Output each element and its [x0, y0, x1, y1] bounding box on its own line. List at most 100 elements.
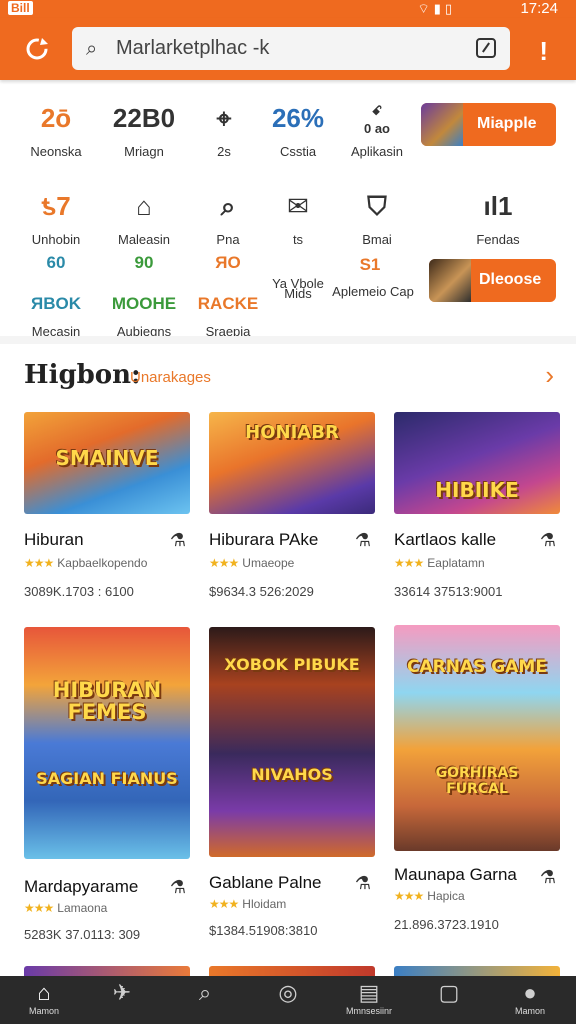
section-subtitle[interactable]: Unarakages [130, 369, 211, 386]
nav-label: Mamon [28, 1006, 59, 1016]
nav-search[interactable]: ⌕ [173, 976, 237, 1024]
refresh-icon[interactable] [22, 34, 52, 64]
game-developer: Eaplatamn [427, 556, 485, 570]
nav-explore[interactable]: ◎ [256, 976, 320, 1024]
game-card[interactable]: HIBIIKE Kartlaos kalle ⚗ ★★★ Eaplatamn 33… [394, 412, 560, 599]
nav-travel[interactable]: ✈ [90, 976, 154, 1024]
share-icon[interactable]: ⚗ [355, 873, 371, 894]
category-item[interactable]: ⌖ 2s [184, 98, 264, 159]
category-item[interactable]: S1 Aplemeio Cap [330, 254, 414, 302]
category-label: Fendas [476, 232, 520, 247]
search-input[interactable] [116, 33, 446, 63]
promo-button[interactable]: Miapple [421, 103, 556, 146]
section-title: Higbon: [24, 360, 141, 390]
game-card[interactable]: HONIABR Hiburara PAke ⚗ ★★★ Umaeope $9634… [209, 412, 375, 599]
game-meta: $9634.3 526:2029 [209, 584, 314, 599]
category-item[interactable]: Ya Vbole Mids [258, 254, 338, 301]
search-icon: ⌕ [86, 38, 98, 60]
category-label: Neonska [30, 144, 82, 159]
promo-label: Miapple [477, 115, 537, 132]
signal-icon: ▮ [433, 1, 445, 16]
category-label: Unhobin [31, 232, 81, 247]
section-divider [0, 336, 576, 344]
game-thumbnail[interactable]: HIBURAN FEMES SAGIAN FIANUS [24, 627, 190, 859]
game-banner-secondary: SAGIAN FIANUS [36, 769, 178, 788]
store-icon: ⌂ [136, 191, 152, 221]
game-thumbnail[interactable]: XOBOK PIBUKE NIVAHOS [209, 627, 375, 857]
category-item[interactable]: 90 MOOHE Aubiegns [104, 254, 184, 340]
category-item[interactable]: ✉ ts [258, 186, 338, 247]
nav-news[interactable]: ▤ Mmnsesiinr [337, 976, 401, 1024]
star-rating-icon: ★★★ [24, 556, 54, 570]
category-item[interactable]: ЯO RACKE Sraepia [188, 254, 268, 340]
game-thumbnail-peek[interactable] [394, 966, 560, 976]
category-item[interactable]: 26% Csstia [258, 98, 338, 159]
alert-icon[interactable]: ! [539, 36, 548, 67]
search-bar[interactable]: ⌕ [72, 27, 510, 70]
status-badge: Bill [8, 1, 33, 15]
game-card[interactable]: HIBURAN FEMES SAGIAN FIANUS Mardapyarame… [24, 627, 190, 942]
category-item[interactable]: ⛉ Bmai [337, 186, 417, 247]
search-icon: ⌕ [198, 980, 212, 1005]
nav-profile[interactable]: ● Mamon [498, 976, 562, 1024]
category-item[interactable]: ⌂ Maleasin [104, 186, 184, 247]
game-thumbnail-peek[interactable] [209, 966, 375, 976]
game-thumbnail[interactable]: HONIABR [209, 412, 375, 514]
game-title[interactable]: Kartlaos kalle [394, 530, 496, 550]
game-thumbnail[interactable]: CARNAS GAME GORHIRAS FURCAL [394, 625, 560, 851]
promo-thumbnail [429, 259, 471, 302]
game-banner-secondary: GORHIRAS FURCAL [435, 765, 519, 797]
edit-icon[interactable] [476, 38, 496, 58]
category-glyph: 26% [271, 103, 325, 133]
status-time: 17:24 [520, 0, 558, 17]
game-banner: HONIABR [245, 422, 339, 443]
star-rating-icon: ★★★ [24, 901, 54, 915]
nav-home[interactable]: ⌂ Mamon [12, 976, 76, 1024]
nav-collection[interactable]: ▢ [417, 976, 481, 1024]
game-rating: ★★★ Umaeope [209, 556, 294, 570]
share-icon[interactable]: ⚗ [170, 877, 186, 898]
category-item[interactable]: ıl1 Fendas [458, 186, 538, 247]
category-item[interactable]: ꗃ 0 ao Aplikasin [337, 98, 417, 159]
game-card[interactable]: CARNAS GAME GORHIRAS FURCAL Maunapa Garn… [394, 625, 560, 932]
category-item[interactable]: 60 ЯBOK Mecasin [16, 254, 96, 340]
game-thumbnail[interactable]: SMAINVE [24, 412, 190, 514]
star-rating-icon: ★★★ [394, 889, 424, 903]
game-title[interactable]: Hiburan [24, 530, 84, 550]
game-rating: ★★★ Kapbaelkopendo [24, 556, 147, 570]
game-rating: ★★★ Hapica [394, 889, 465, 903]
game-title[interactable]: Mardapyarame [24, 877, 138, 897]
game-card[interactable]: XOBOK PIBUKE NIVAHOS Gablane Palne ⚗ ★★★… [209, 627, 375, 938]
share-icon[interactable]: ⚗ [540, 867, 556, 888]
game-card[interactable]: SMAINVE Hiburan ⚗ ★★★ Kapbaelkopendo 3089… [24, 412, 190, 599]
share-icon[interactable]: ⚗ [540, 530, 556, 551]
category-glyph: ЯBOK [31, 294, 81, 313]
game-thumbnail-peek[interactable] [24, 966, 190, 976]
game-developer: Umaeope [242, 556, 295, 570]
category-label: Mids [284, 286, 312, 301]
category-glyph: 2ō [40, 103, 72, 133]
category-glyph: ƾ7 [41, 191, 71, 221]
chevron-right-icon[interactable]: › [545, 360, 554, 391]
category-item[interactable]: ƾ7 Unhobin [16, 186, 96, 247]
game-developer: Lamaona [57, 901, 108, 915]
game-rating: ★★★ Hloidam [209, 897, 286, 911]
category-item[interactable]: 2ō Neonska [16, 98, 96, 159]
promo-thumbnail [421, 103, 463, 146]
category-label: Bmai [362, 232, 392, 247]
mail-icon: ✉ [287, 191, 309, 221]
game-title[interactable]: Gablane Palne [209, 873, 321, 893]
game-title[interactable]: Maunapa Garna [394, 865, 517, 885]
share-icon[interactable]: ⚗ [170, 530, 186, 551]
category-item[interactable]: 22B0 Mriagn [104, 98, 184, 159]
category-label: Aplemeio Cap [332, 284, 414, 299]
share-icon[interactable]: ⚗ [355, 530, 371, 551]
battery-icon: ▯ [444, 1, 456, 16]
category-glyph: ꗃ 0 ao [363, 103, 390, 136]
game-developer: Hloidam [242, 897, 287, 911]
game-title[interactable]: Hiburara PAke [209, 530, 318, 550]
category-item[interactable]: ⌕ Pna [188, 186, 268, 247]
promo-button[interactable]: Dleoose [429, 259, 556, 302]
game-thumbnail[interactable]: HIBIIKE [394, 412, 560, 514]
category-label: 2s [217, 144, 231, 159]
